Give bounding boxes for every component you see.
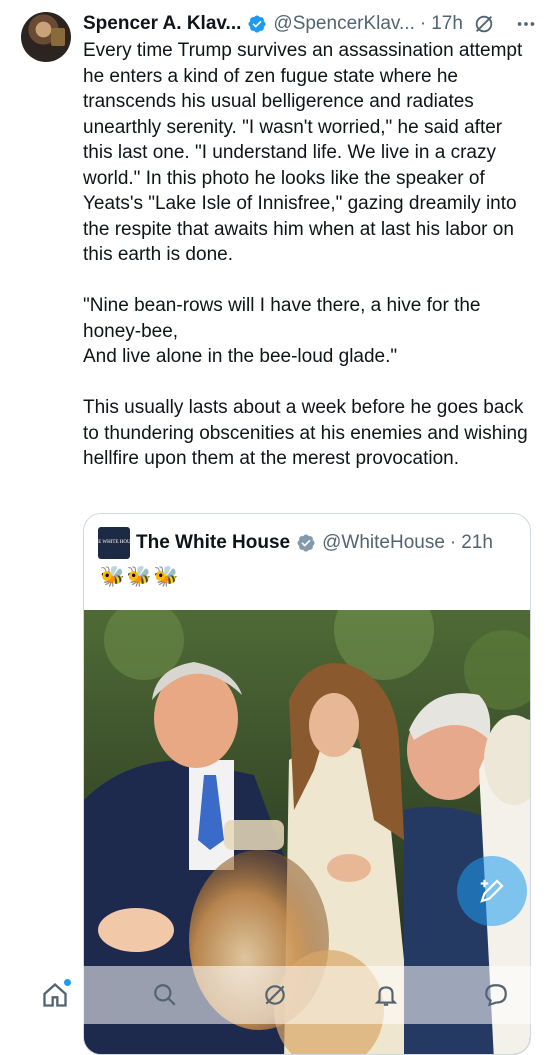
search-icon (154, 984, 176, 1006)
grok-icon (265, 985, 286, 1005)
nav-home[interactable] (37, 977, 73, 1013)
nav-messages[interactable] (478, 977, 514, 1013)
bottom-nav (0, 966, 551, 1024)
verified-badge-icon (247, 14, 267, 34)
unread-dot (64, 979, 72, 986)
separator: · (449, 532, 457, 553)
separator: · (419, 13, 427, 34)
nav-search[interactable] (147, 977, 183, 1013)
quoted-tweet-header: THE WHITE HOUSE The White House @WhiteHo… (92, 527, 520, 559)
grok-icon[interactable] (473, 13, 495, 35)
compose-icon (480, 879, 504, 903)
tweet-time[interactable]: 17h (431, 13, 463, 35)
quoted-author-handle[interactable]: @WhiteHouse (322, 532, 445, 554)
quoted-tweet-text: 🐝🐝🐝 (100, 566, 181, 588)
nav-grok[interactable] (257, 977, 293, 1013)
bell-icon (374, 986, 397, 1006)
author-name[interactable]: Spencer A. Klav... (83, 13, 241, 35)
messages-icon (485, 984, 507, 1007)
government-badge-icon (296, 533, 316, 553)
author-avatar[interactable] (21, 12, 71, 62)
author-handle[interactable]: @SpencerKlav... (273, 13, 414, 35)
quoted-tweet-time[interactable]: 21h (461, 532, 493, 554)
quoted-author-avatar[interactable]: THE WHITE HOUSE (92, 527, 136, 559)
quoted-author-name[interactable]: The White House (136, 532, 290, 554)
nav-notifications[interactable] (368, 977, 404, 1013)
compose-button[interactable] (457, 856, 527, 926)
tweet-header: Spencer A. Klav... @SpencerKlav... · 17h (83, 12, 537, 36)
more-icon[interactable] (515, 13, 537, 35)
tweet-text: Every time Trump survives an assassinati… (83, 40, 528, 469)
